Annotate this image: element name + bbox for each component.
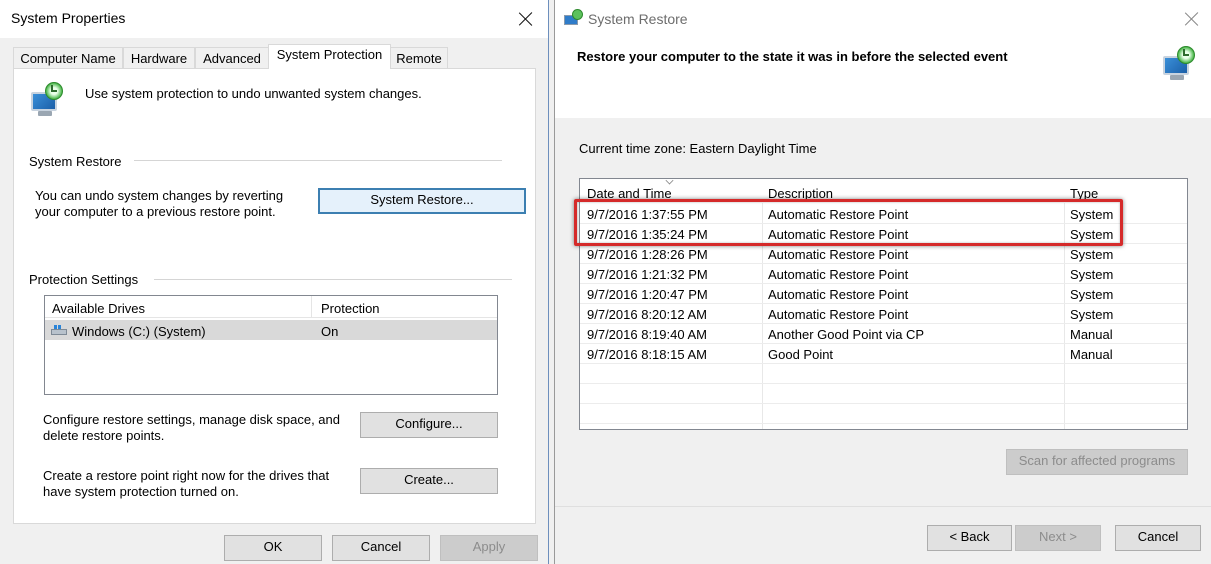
system-restore-title-icon: [564, 9, 584, 29]
timezone-label: Current time zone: Eastern Daylight Time: [579, 141, 817, 156]
system-protection-icon: [29, 82, 67, 118]
restore-point-row[interactable]: 9/7/2016 1:37:55 PM Automatic Restore Po…: [580, 204, 1187, 224]
restore-point-row[interactable]: 9/7/2016 1:20:47 PM Automatic Restore Po…: [580, 284, 1187, 304]
drive-row[interactable]: Windows (C:) (System) On: [45, 320, 497, 340]
restore-point-description: Automatic Restore Point: [768, 207, 909, 222]
restore-point-date: 9/7/2016 8:20:12 AM: [587, 307, 707, 322]
sort-descending-icon: [665, 176, 674, 185]
scan-affected-programs-button[interactable]: Scan for affected programs: [1006, 449, 1188, 475]
configure-description-2: delete restore points.: [43, 428, 165, 443]
close-icon[interactable]: [518, 11, 534, 27]
restore-point-row[interactable]: 9/7/2016 1:21:32 PM Automatic Restore Po…: [580, 264, 1187, 284]
restore-point-type: System: [1070, 307, 1114, 322]
drive-name: Windows (C:) (System): [72, 324, 206, 339]
restore-point-type: System: [1070, 247, 1114, 262]
drive-protection-status: On: [321, 324, 339, 339]
restore-point-date: 9/7/2016 1:35:24 PM: [587, 227, 708, 242]
tab-remote[interactable]: Remote: [390, 47, 448, 68]
cancel-button[interactable]: Cancel: [1115, 525, 1201, 551]
restore-point-type: System: [1070, 207, 1114, 222]
apply-button[interactable]: Apply: [440, 535, 538, 561]
tab-hardware[interactable]: Hardware: [123, 47, 195, 68]
restore-point-date: 9/7/2016 1:28:26 PM: [587, 247, 708, 262]
restore-point-date: 9/7/2016 8:19:40 AM: [587, 327, 707, 342]
drives-list-header: Available Drives Protection: [45, 296, 497, 318]
restore-point-row[interactable]: 9/7/2016 1:35:24 PM Automatic Restore Po…: [580, 224, 1187, 244]
next-button[interactable]: Next >: [1015, 525, 1101, 551]
restore-point-description: Automatic Restore Point: [768, 247, 909, 262]
restore-points-header: Date and Time Description Type: [580, 176, 1187, 203]
restore-point-description: Automatic Restore Point: [768, 227, 909, 242]
restore-point-type: Manual: [1070, 327, 1113, 342]
restore-point-type: System: [1070, 267, 1114, 282]
create-description-1: Create a restore point right now for the…: [43, 468, 330, 483]
protection-settings-heading: Protection Settings: [29, 272, 139, 287]
tab-advanced[interactable]: Advanced: [195, 47, 269, 68]
system-restore-titlebar: System Restore: [555, 0, 1211, 38]
restore-point-date: 9/7/2016 1:21:32 PM: [587, 267, 708, 282]
restore-points-list[interactable]: Date and Time Description Type 9/7/2016 …: [579, 176, 1188, 430]
restore-point-date: 9/7/2016 1:37:55 PM: [587, 207, 708, 222]
restore-point-date: 9/7/2016 8:18:15 AM: [587, 347, 707, 362]
system-restore-description-2: your computer to a previous restore poin…: [35, 204, 276, 219]
restore-point-row[interactable]: 9/7/2016 8:20:12 AM Automatic Restore Po…: [580, 304, 1187, 324]
window-title: System Properties: [11, 10, 126, 26]
restore-point-date: 9/7/2016 1:20:47 PM: [587, 287, 708, 302]
restore-point-row[interactable]: 9/7/2016 8:19:40 AM Another Good Point v…: [580, 324, 1187, 344]
intro-text: Use system protection to undo unwanted s…: [85, 86, 422, 101]
restore-point-row[interactable]: 9/7/2016 1:28:26 PM Automatic Restore Po…: [580, 244, 1187, 264]
ok-button[interactable]: OK: [224, 535, 322, 561]
create-description-2: have system protection turned on.: [43, 484, 239, 499]
cancel-button[interactable]: Cancel: [332, 535, 430, 561]
tab-system-protection[interactable]: System Protection: [268, 44, 391, 69]
group-divider: [154, 279, 512, 280]
footer-divider: [555, 506, 1211, 507]
system-restore-icon: [1161, 46, 1199, 82]
system-restore-description-1: You can undo system changes by reverting: [35, 188, 284, 203]
restore-point-description: Another Good Point via CP: [768, 327, 925, 342]
available-drives-list[interactable]: Available Drives Protection Windows (C:)…: [44, 295, 498, 395]
wizard-headline: Restore your computer to the state it wa…: [577, 49, 1008, 64]
column-header-date-time[interactable]: Date and Time: [587, 186, 672, 201]
group-divider: [134, 160, 502, 161]
empty-row: [580, 404, 1187, 424]
column-header-description[interactable]: Description: [768, 186, 833, 201]
close-icon[interactable]: [1184, 11, 1200, 27]
system-protection-panel: Use system protection to undo unwanted s…: [13, 68, 536, 524]
empty-row: [580, 384, 1187, 404]
back-button[interactable]: < Back: [927, 525, 1012, 551]
restore-point-description: Automatic Restore Point: [768, 267, 909, 282]
restore-point-type: System: [1070, 227, 1114, 242]
window-title: System Restore: [588, 11, 688, 27]
system-properties-window: System Properties Computer Name Hardware…: [0, 0, 549, 564]
restore-point-description: Automatic Restore Point: [768, 307, 909, 322]
restore-point-type: System: [1070, 287, 1114, 302]
column-header-available-drives[interactable]: Available Drives: [52, 301, 145, 316]
system-restore-button[interactable]: System Restore...: [318, 188, 526, 214]
restore-point-description: Automatic Restore Point: [768, 287, 909, 302]
column-header-type[interactable]: Type: [1070, 186, 1098, 201]
wizard-header: Restore your computer to the state it wa…: [555, 38, 1211, 118]
create-button[interactable]: Create...: [360, 468, 498, 494]
empty-row: [580, 364, 1187, 384]
configure-button[interactable]: Configure...: [360, 412, 498, 438]
restore-point-type: Manual: [1070, 347, 1113, 362]
drive-icon: [51, 325, 67, 336]
tab-computer-name[interactable]: Computer Name: [13, 47, 123, 68]
system-restore-group-heading: System Restore: [29, 154, 122, 169]
restore-point-description: Good Point: [768, 347, 834, 362]
system-properties-titlebar: System Properties: [0, 0, 548, 38]
column-header-protection[interactable]: Protection: [321, 301, 380, 316]
configure-description-1: Configure restore settings, manage disk …: [43, 412, 341, 427]
system-restore-window: System Restore Restore your computer to …: [554, 0, 1211, 564]
restore-point-row[interactable]: 9/7/2016 8:18:15 AM Good Point Manual: [580, 344, 1187, 364]
